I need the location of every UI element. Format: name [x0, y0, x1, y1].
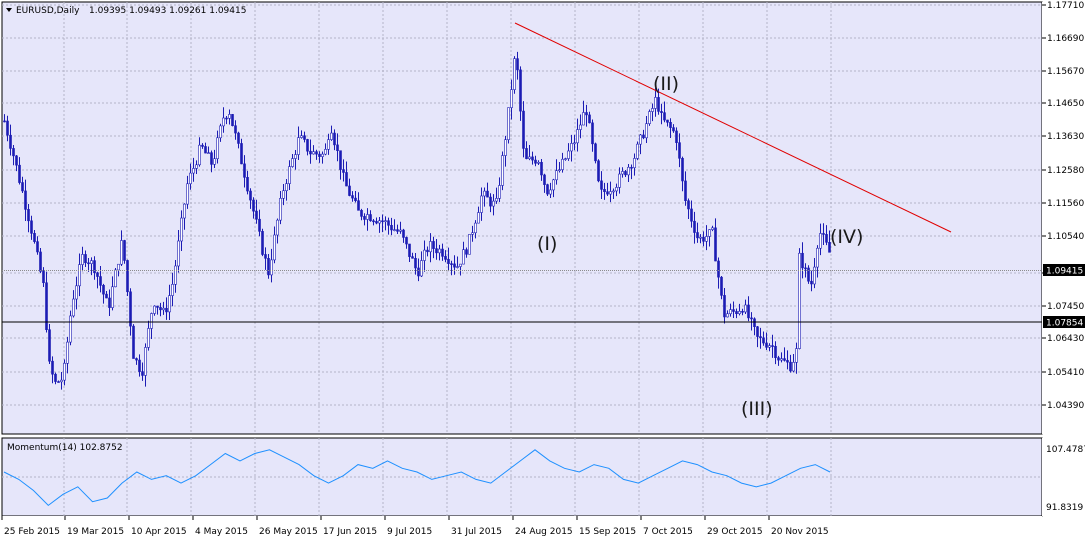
candle — [132, 324, 135, 359]
price-tick-label: 1.16690 — [1047, 34, 1084, 44]
date-tick-label: 26 May 2015 — [259, 527, 318, 537]
candle — [69, 310, 72, 346]
momentum-label: Momentum(14) 102.8752 — [7, 443, 123, 453]
wave-label-i: (I) — [537, 233, 557, 255]
date-tick-label: 17 Jun 2015 — [323, 527, 377, 537]
candle — [468, 234, 471, 255]
current-price-value: 1.09415 — [1046, 267, 1083, 277]
candle — [798, 248, 801, 350]
candle — [597, 159, 600, 183]
price-tick-label: 1.07450 — [1047, 302, 1084, 312]
date-tick-label: 9 Jul 2015 — [387, 527, 432, 537]
wave-label-ii: (II) — [653, 73, 679, 95]
wave-label-iii: (III) — [741, 398, 773, 420]
momentum-scale-bottom: 91.8319 — [1046, 503, 1083, 513]
candle — [546, 183, 549, 197]
date-tick-label: 20 Nov 2015 — [771, 527, 829, 537]
chart-window[interactable]: (I) (II) (III) (IV) EURUSD,Daily 1.09395… — [0, 0, 1085, 539]
candle — [123, 239, 126, 264]
candle — [507, 107, 510, 144]
symbol-timeframe-label: EURUSD,Daily — [16, 6, 80, 16]
date-tick-label: 4 May 2015 — [195, 527, 248, 537]
date-tick-label: 19 Mar 2015 — [67, 527, 124, 537]
date-tick-label: 29 Oct 2015 — [707, 527, 763, 537]
price-tick-label: 1.17710 — [1047, 1, 1084, 11]
candle — [807, 265, 810, 284]
candle — [594, 142, 597, 164]
level-price-value: 1.07854 — [1046, 319, 1083, 329]
date-tick-label: 24 Aug 2015 — [515, 527, 573, 537]
candle — [39, 247, 42, 274]
candle — [231, 114, 234, 127]
date-tick-label: 7 Oct 2015 — [643, 527, 693, 537]
price-tick-label: 1.13630 — [1047, 132, 1084, 142]
date-tick-label: 25 Feb 2015 — [4, 527, 60, 537]
price-tick-label: 1.15670 — [1047, 67, 1084, 77]
price-tick-label: 1.11560 — [1047, 199, 1084, 209]
price-tick-label: 1.04390 — [1047, 401, 1084, 411]
price-tick-label: 1.10540 — [1047, 232, 1084, 242]
date-tick-label: 10 Apr 2015 — [131, 527, 187, 537]
candle — [126, 259, 129, 297]
price-tick-label: 1.06430 — [1047, 334, 1084, 344]
price-tick-label: 1.05410 — [1047, 368, 1084, 378]
candle — [48, 324, 51, 365]
candle — [648, 109, 651, 126]
candle — [501, 151, 504, 191]
date-tick-label: 31 Jul 2015 — [451, 527, 502, 537]
candle — [261, 228, 264, 257]
candle — [513, 56, 516, 94]
date-tick-label: 15 Sep 2015 — [579, 527, 636, 537]
ohlc-values: 1.09395 1.09493 1.09261 1.09415 — [89, 6, 246, 16]
price-tick-label: 1.12580 — [1047, 166, 1084, 176]
candle — [636, 141, 639, 161]
time-axis[interactable]: 25 Feb 2015 19 Mar 2015 10 Apr 2015 4 May 2… — [1, 516, 1042, 537]
price-axis[interactable]: 1.17710 1.16690 1.15670 1.14650 1.13630 1.125… — [1042, 1, 1085, 434]
price-pane[interactable] — [1, 1, 1043, 435]
price-tick-label: 1.14650 — [1047, 99, 1084, 109]
momentum-scale-top: 107.4787 — [1046, 445, 1085, 455]
wave-label-iv: (IV) — [830, 226, 863, 248]
